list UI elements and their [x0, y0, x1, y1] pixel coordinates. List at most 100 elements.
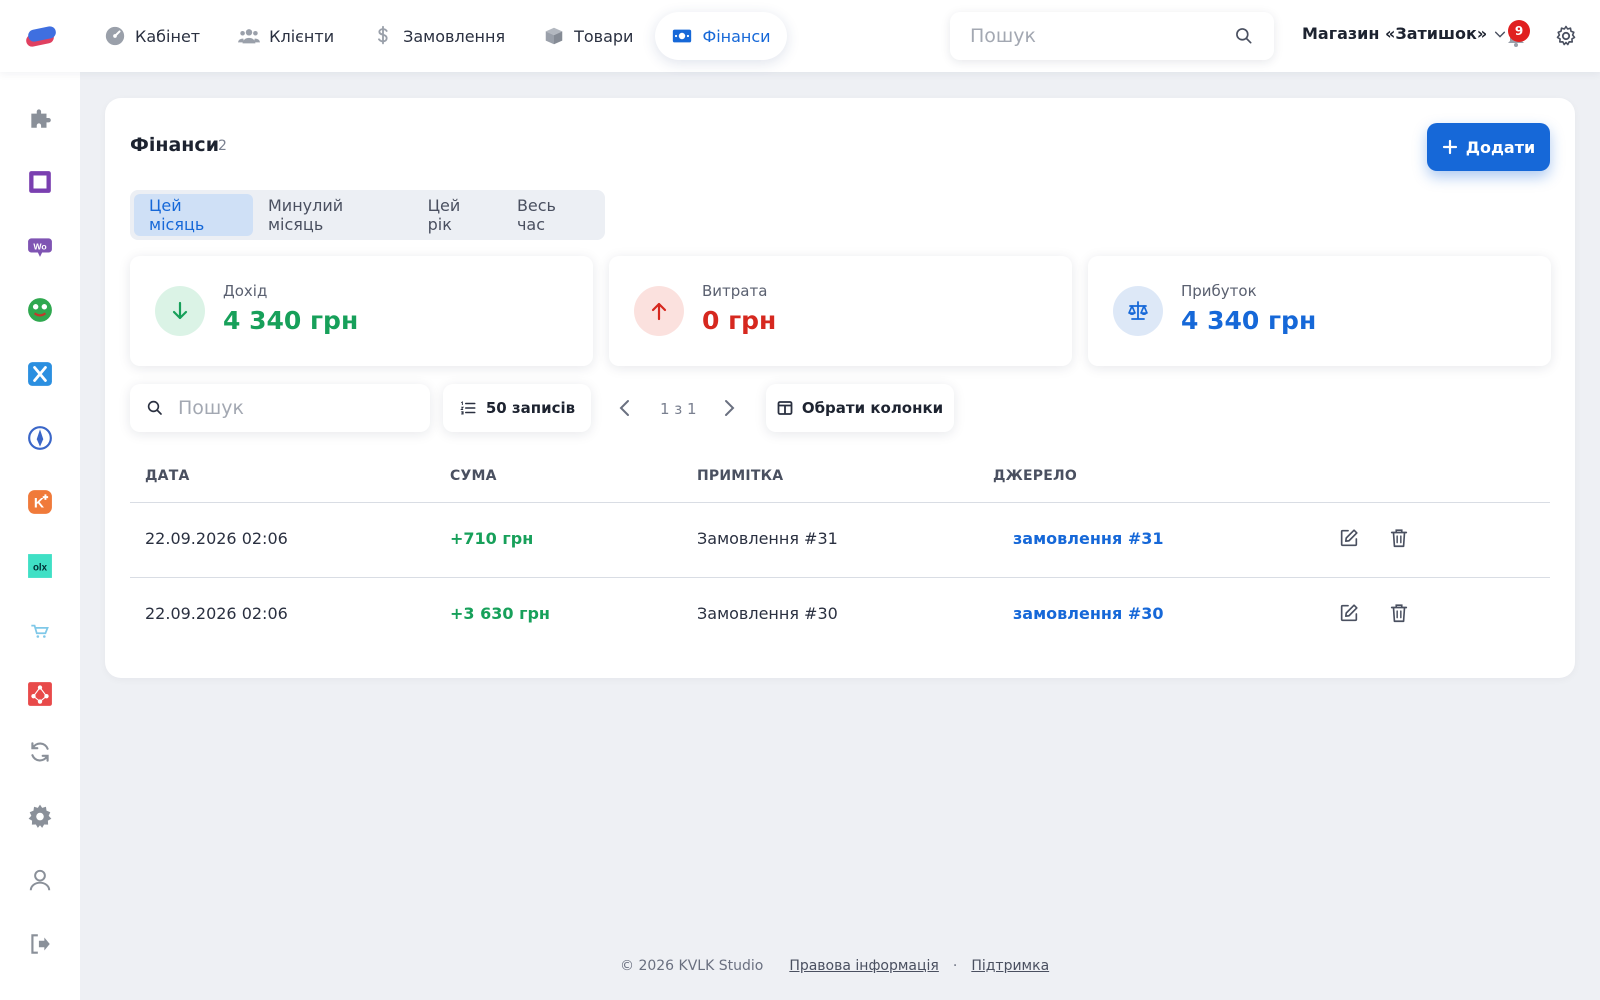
profit-icon-circle	[1113, 286, 1163, 336]
nav-item-label: Кабінет	[135, 26, 201, 46]
sidebar-item-app-k-plus[interactable]: K	[26, 488, 54, 516]
sidebar-item-app-cart[interactable]	[26, 616, 54, 644]
cell-date: 22.09.2026 02:06	[145, 529, 288, 548]
olx-icon: olx	[28, 554, 52, 578]
nav-item-label: Фінанси	[702, 26, 771, 46]
scales-icon	[1128, 301, 1148, 320]
arrow-up-icon	[651, 302, 667, 321]
choose-columns-button[interactable]: Обрати колонки	[766, 384, 954, 432]
cell-note: Замовлення #30	[697, 604, 838, 623]
sidebar-item-profile[interactable]	[26, 866, 54, 894]
sidebar-item-woo[interactable]: Wo	[26, 232, 54, 260]
nav-item-orders[interactable]: Замовлення	[356, 12, 521, 60]
x-app-icon	[28, 362, 52, 386]
cell-source-link[interactable]: замовлення #30	[1013, 604, 1163, 623]
records-label: 50 записів	[485, 399, 576, 417]
user-icon	[29, 869, 51, 891]
column-header-source[interactable]: ДЖЕРЕЛО	[993, 468, 1077, 484]
sidebar-item-app-compass[interactable]	[26, 424, 54, 452]
footer-copyright: © 2026 KVLK Studio	[620, 958, 764, 974]
stat-value: 4 340 грн	[1181, 306, 1317, 335]
search-icon	[147, 400, 162, 415]
table-search-placeholder: Пошук	[178, 397, 245, 419]
sidebar-item-app-x[interactable]	[26, 360, 54, 388]
trash-icon[interactable]	[1388, 527, 1410, 549]
table-row: 22.09.2026 02:06 +710 грн Замовлення #31…	[130, 503, 1550, 577]
notification-badge: 9	[1508, 20, 1530, 42]
arrow-down-icon	[172, 301, 188, 320]
trash-icon[interactable]	[1388, 602, 1410, 624]
store-selector[interactable]: Магазин «Затишок»	[1302, 24, 1507, 43]
column-header-note[interactable]: ПРИМІТКА	[697, 468, 783, 484]
cell-date: 22.09.2026 02:06	[145, 604, 288, 623]
footer-support-link[interactable]: Підтримка	[971, 958, 1049, 974]
settings-gear-icon[interactable]	[1554, 24, 1578, 48]
column-header-date[interactable]: ДАТА	[145, 468, 190, 484]
add-button-label: Додати	[1465, 137, 1536, 157]
nav-item-label: Клієнти	[269, 26, 335, 46]
dashboard-icon	[105, 26, 125, 46]
tab-this-month[interactable]: Цей місяць	[134, 194, 253, 236]
footer-separator: ·	[952, 958, 958, 974]
stat-label: Витрата	[702, 282, 768, 300]
cell-sum: +3 630 грн	[450, 604, 550, 623]
stat-label: Дохід	[223, 282, 268, 300]
chevron-right-icon[interactable]	[717, 396, 741, 420]
table-search-input[interactable]: Пошук	[130, 384, 430, 432]
dollar-icon	[378, 25, 388, 45]
sidebar-item-app-1[interactable]	[26, 168, 54, 196]
page-title: Фінанси	[130, 134, 220, 156]
square-app-icon	[29, 171, 51, 193]
box-icon	[545, 27, 563, 45]
app-logo[interactable]	[24, 22, 58, 50]
nav-item-label: Товари	[574, 26, 634, 46]
records-count: 2	[218, 138, 227, 154]
stat-value: 0 грн	[702, 306, 777, 335]
sidebar-item-plugins[interactable]	[26, 104, 54, 132]
sidebar-item-logout[interactable]	[26, 930, 54, 958]
sidebar-item-app-frog[interactable]	[26, 296, 54, 324]
logout-icon	[31, 934, 50, 954]
nav-item-clients[interactable]: Клієнти	[222, 12, 350, 60]
list-icon	[460, 401, 476, 415]
k-plus-app-icon: K	[28, 490, 52, 514]
tab-all-time[interactable]: Весь час	[502, 194, 601, 236]
edit-icon[interactable]	[1338, 527, 1360, 549]
cart-app-icon	[31, 624, 49, 638]
users-icon	[238, 29, 261, 44]
edit-icon[interactable]	[1338, 602, 1360, 624]
footer-legal-link[interactable]: Правова інформація	[789, 958, 939, 974]
nav-item-products[interactable]: Товари	[527, 12, 649, 60]
pager-status: 1 з 1	[660, 400, 697, 418]
sidebar-item-olx[interactable]: olx	[26, 552, 54, 580]
store-name: Магазин «Затишок»	[1302, 24, 1488, 43]
nav-item-finance[interactable]: Фінанси	[655, 12, 787, 60]
search-placeholder: Пошук	[970, 25, 1037, 47]
main-nav: Кабінет Клієнти Замовлення Товари Фінанс…	[88, 12, 793, 60]
puzzle-icon	[31, 109, 51, 128]
sync-icon	[31, 742, 49, 762]
tab-this-year[interactable]: Цей рік	[413, 194, 502, 236]
woo-icon: Wo	[28, 238, 52, 257]
records-per-page-button[interactable]: 50 записів	[443, 384, 591, 432]
footer: © 2026 KVLK Studio Правова інформація · …	[620, 958, 1049, 974]
chevron-left-icon[interactable]	[613, 396, 637, 420]
finance-card: Фінанси 2 Додати Цей місяць Минулий міся…	[105, 98, 1575, 678]
cell-source-link[interactable]: замовлення #31	[1013, 529, 1163, 548]
top-bar: Кабінет Клієнти Замовлення Товари Фінанс…	[0, 0, 1600, 72]
compass-app-icon	[28, 426, 52, 450]
table-row: 22.09.2026 02:06 +3 630 грн Замовлення #…	[130, 578, 1550, 652]
sidebar-item-app-nodes[interactable]	[26, 680, 54, 708]
expense-icon-circle	[634, 286, 684, 336]
stat-value: 4 340 грн	[223, 306, 359, 335]
search-icon	[1236, 28, 1252, 44]
sidebar-item-sync[interactable]	[26, 738, 54, 766]
global-search-input[interactable]: Пошук	[950, 12, 1274, 60]
nav-item-dashboard[interactable]: Кабінет	[88, 12, 216, 60]
column-header-sum[interactable]: СУМА	[450, 468, 497, 484]
sidebar-item-settings[interactable]	[26, 802, 54, 830]
cell-sum: +710 грн	[450, 529, 534, 548]
tab-last-month[interactable]: Минулий місяць	[253, 194, 413, 236]
frog-app-icon	[28, 298, 52, 322]
add-button[interactable]: Додати	[1427, 123, 1550, 171]
